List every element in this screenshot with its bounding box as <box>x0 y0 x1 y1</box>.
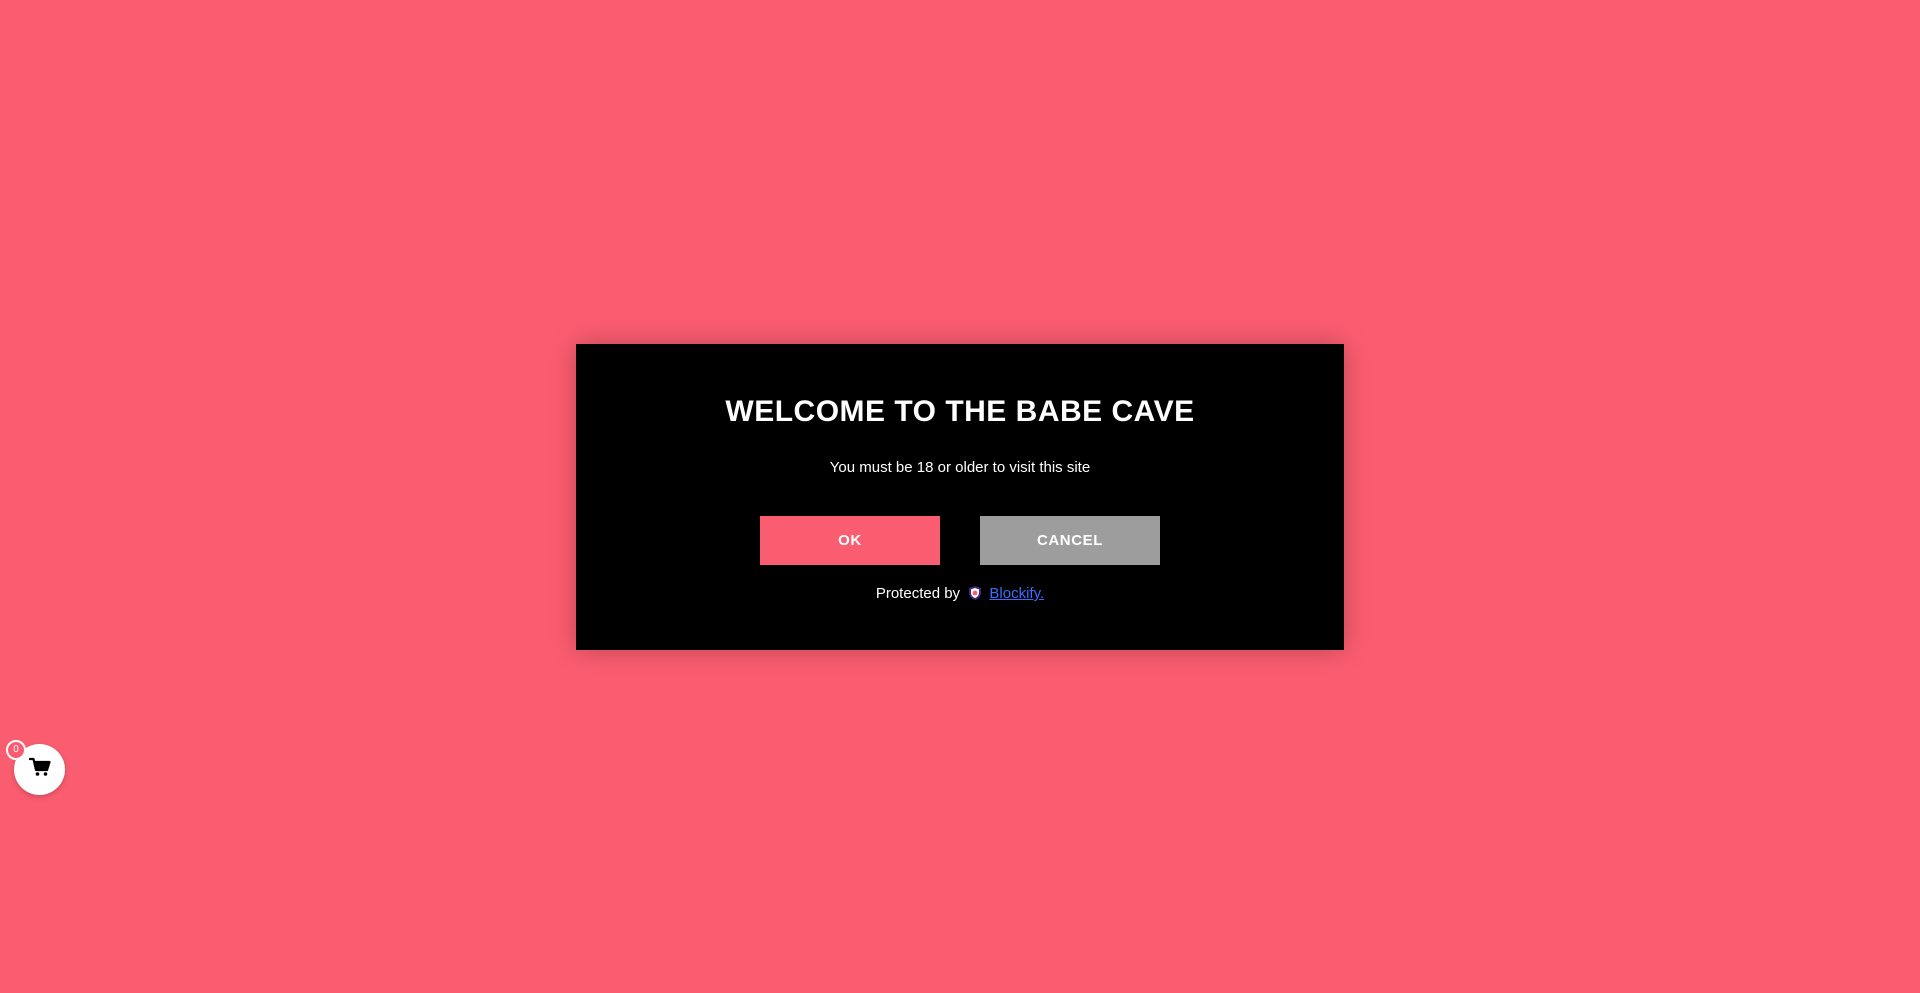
blockify-link[interactable]: Blockify. <box>989 585 1044 602</box>
protected-by-label: Protected by <box>875 585 961 602</box>
cancel-button[interactable]: CANCEL <box>980 516 1160 565</box>
modal-subtitle: You must be 18 or older to visit this si… <box>829 459 1091 476</box>
cart-button[interactable]: 0 <box>6 740 65 795</box>
blockify-shield-icon <box>967 585 983 607</box>
cart-count-badge: 0 <box>6 740 26 760</box>
cart-icon <box>28 757 51 782</box>
protected-by-line: Protected by Blockify. <box>576 584 1344 607</box>
age-verification-modal: WELCOME TO THE BABE CAVE You must be 18 … <box>576 344 1344 650</box>
modal-title: WELCOME TO THE BABE CAVE <box>725 395 1195 428</box>
ok-button[interactable]: OK <box>760 516 940 565</box>
